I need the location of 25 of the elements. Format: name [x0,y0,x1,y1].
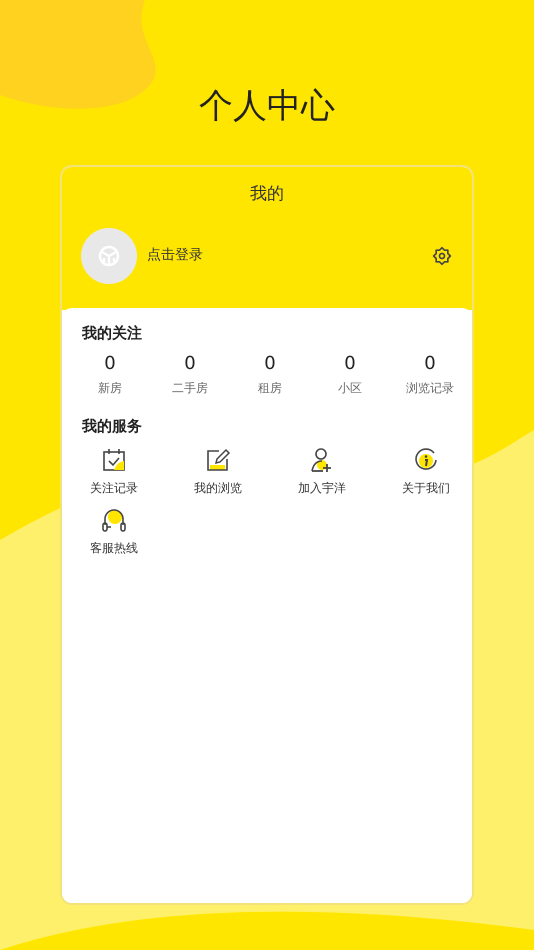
stat-label[interactable]: 浏览记录 [406,378,454,396]
login-link[interactable]: 点击登录 [147,245,203,266]
stat-count: 0 [344,352,356,374]
edit-icon[interactable] [205,447,231,473]
settings-icon[interactable] [432,246,452,266]
stat-count: 0 [184,352,196,374]
headset-icon[interactable] [101,507,127,533]
stat-count: 0 [104,352,116,374]
stat-count: 0 [424,352,436,374]
service-label[interactable]: 加入宇洋 [298,479,346,497]
calendar-icon[interactable] [101,447,127,473]
service-label[interactable]: 客服热线 [90,539,138,557]
service-label[interactable]: 关于我们 [402,479,450,497]
section-heading: 我的关注 [82,323,143,344]
stat-count: 0 [264,352,276,374]
page-title: 个人中心 [199,85,335,128]
info-icon[interactable] [413,447,439,473]
service-label[interactable]: 我的浏览 [194,479,242,497]
card-title: 我的 [250,183,284,206]
stat-label[interactable]: 租房 [258,378,282,396]
section-heading: 我的服务 [82,416,143,436]
service-label[interactable]: 关注记录 [90,479,138,497]
stat-label[interactable]: 小区 [338,378,362,396]
stat-label[interactable]: 二手房 [172,378,208,396]
stat-label[interactable]: 新房 [98,378,122,396]
